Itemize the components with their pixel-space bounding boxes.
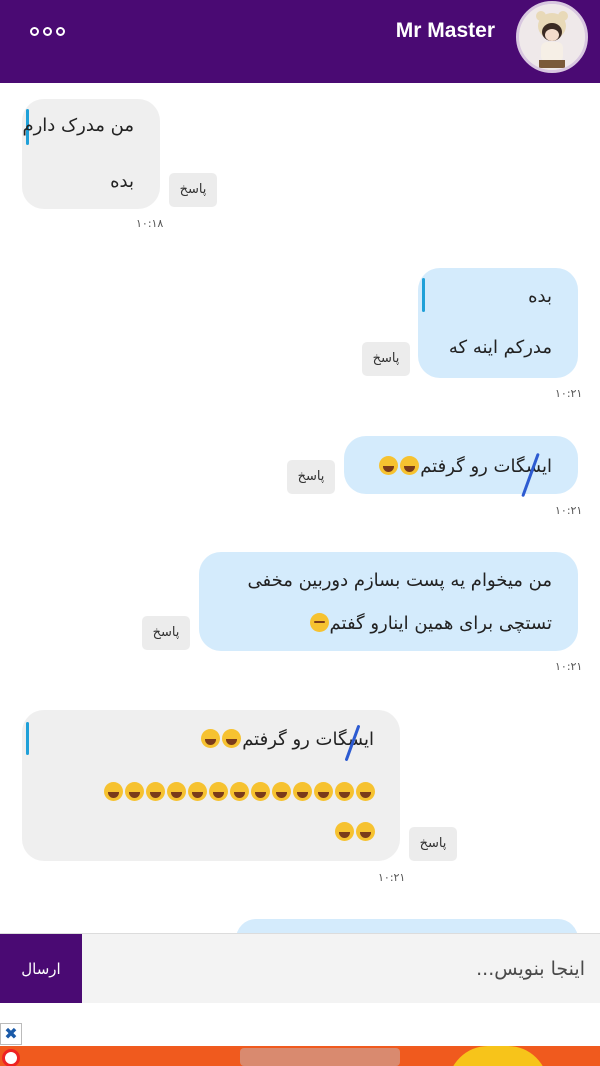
outgoing-message[interactable]: ایسگات رو گرفتم [344,436,578,498]
reply-button[interactable]: پاسخ [287,460,335,494]
message-text-content: تستچی برای همین اینارو گفتم [329,613,552,634]
avatar[interactable] [516,1,588,73]
grinning-squint-emoji [356,782,375,801]
grinning-squint-emoji [125,782,144,801]
grinning-squint-emoji [293,782,312,801]
rolling-laugh-emoji [400,456,420,475]
message-time: ۱۰:۲۱ [555,387,583,400]
quoted-text: بده [528,286,552,307]
ad-area: ✖ [0,1003,600,1066]
reply-button[interactable]: پاسخ [362,342,410,376]
message-time: ۱۰:۱۸ [136,217,164,230]
grinning-squint-emoji [146,782,165,801]
grinning-squint-emoji [272,782,291,801]
emoji-row [334,822,376,842]
reply-button[interactable]: پاسخ [142,616,190,650]
message-input[interactable] [90,944,585,994]
outgoing-message[interactable]: بده مدرکم اینه که [418,268,578,378]
grinning-squint-emoji [167,782,186,801]
message-time: ۱۰:۲۱ [555,504,583,517]
upside-down-face-emoji [309,613,329,632]
send-button[interactable]: ارسال [0,934,82,1004]
ad-logo-icon [2,1049,20,1066]
message-time: ۱۰:۲۱ [555,660,583,673]
rolling-laugh-emoji [201,729,221,748]
message-text: ایسگات رو گرفتم [378,456,552,476]
message-list[interactable]: من مدرک دارم بده پاسخ ۱۰:۱۸ بده مدرکم ای… [0,83,600,933]
rolling-laugh-emoji [222,729,242,748]
grinning-squint-emoji [230,782,249,801]
ad-badge [448,1046,548,1066]
outgoing-message[interactable]: من میخوام یه پست بسازم دوربین مخفی تستچی… [199,552,578,651]
contact-name[interactable]: Mr Master [396,19,495,43]
message-text-line: من میخوام یه پست بسازم دوربین مخفی [247,570,552,591]
chat-header: Mr Master [0,0,600,83]
incoming-message[interactable]: من مدرک دارم بده [22,99,160,209]
close-ad-icon[interactable]: ✖ [0,1023,22,1045]
outgoing-message-partial[interactable] [236,919,578,933]
quoted-text: ایسگات رو گرفتم [200,729,374,749]
grinning-squint-emoji [188,782,207,801]
reply-button[interactable]: پاسخ [169,173,217,207]
message-text: مدرکم اینه که [448,337,552,358]
message-text-line: تستچی برای همین اینارو گفتم [309,613,552,633]
grinning-squint-emoji [335,782,354,801]
grinning-squint-emoji [209,782,228,801]
grinning-squint-emoji [335,822,354,841]
quote-bar [422,278,425,312]
rolling-laugh-emoji [379,456,399,475]
avatar-illustration [519,4,585,70]
message-time: ۱۰:۲۱ [378,871,406,884]
grinning-squint-emoji [251,782,270,801]
reply-button[interactable]: پاسخ [409,827,457,861]
ad-banner[interactable] [0,1046,600,1066]
quoted-text: من مدرک دارم [22,115,134,136]
grinning-squint-emoji [356,822,375,841]
message-composer: ارسال [0,933,600,1004]
more-dots-icon[interactable] [30,24,66,38]
ad-product-image [240,1048,400,1066]
emoji-row [103,782,376,802]
message-text: بده [110,171,134,192]
quote-bar [26,722,29,755]
grinning-squint-emoji [104,782,123,801]
incoming-message[interactable]: ایسگات رو گرفتم [22,710,400,861]
grinning-squint-emoji [314,782,333,801]
